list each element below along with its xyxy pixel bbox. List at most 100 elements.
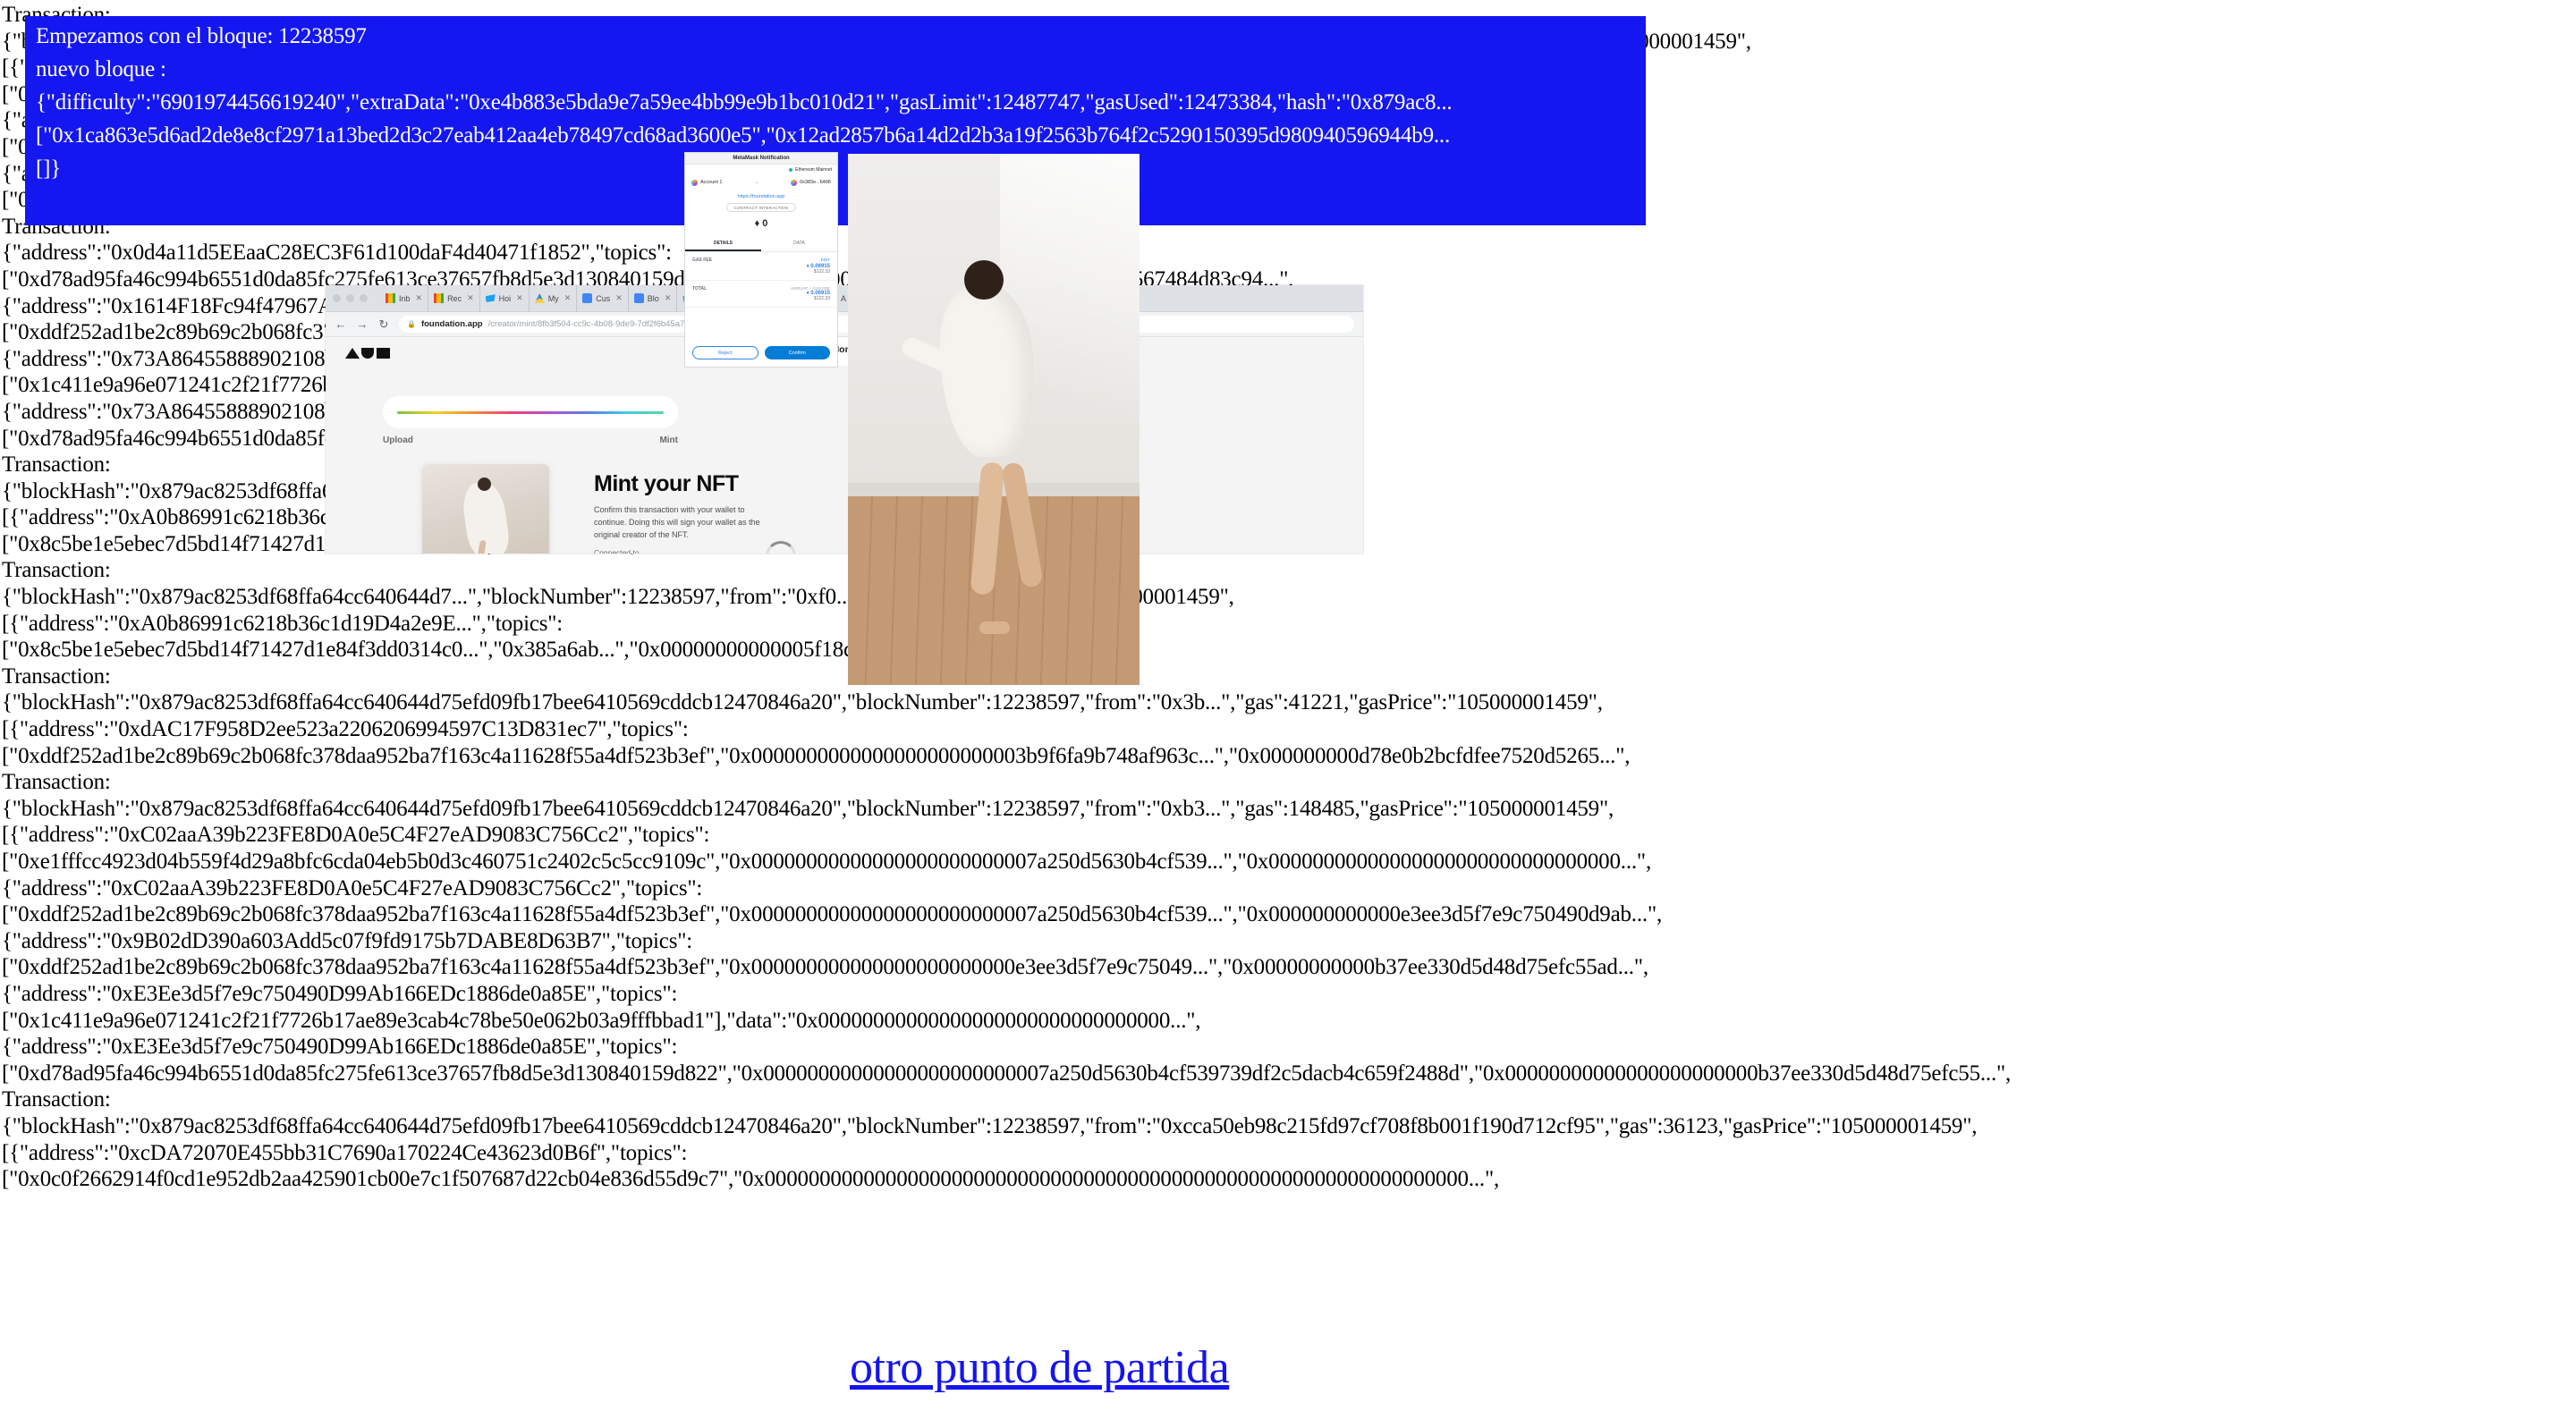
- gas-fee-label: GAS FEE: [692, 258, 712, 263]
- total-fiat: $122.33: [813, 296, 830, 301]
- metamask-notification[interactable]: MetaMask Notification Ethereum Mainnet A…: [684, 152, 838, 368]
- close-tab-icon[interactable]: ✕: [467, 293, 474, 303]
- foundation-logo-icon[interactable]: [345, 346, 392, 359]
- log-line: {"address":"0x9B02dD390a603Add5c07f9fd91…: [2, 928, 692, 953]
- close-tab-icon[interactable]: ✕: [416, 293, 423, 303]
- browser-tab-label: My: [547, 293, 559, 303]
- browser-tab-label: Inb: [399, 293, 411, 303]
- browser-tab-label: Hoi: [498, 293, 512, 303]
- contract-avatar-icon: [791, 179, 798, 186]
- browser-tab-label: Blo: [647, 293, 659, 303]
- metamask-network[interactable]: Ethereum Mainnet: [685, 165, 837, 175]
- close-tab-icon[interactable]: ✕: [665, 293, 672, 303]
- step-mint-label: Mint: [659, 435, 678, 445]
- drive-icon: [534, 293, 545, 303]
- docs-icon: [633, 293, 644, 303]
- selection-line: nuevo bloque :: [36, 57, 166, 81]
- page-subtitle: Confirm this transaction with your walle…: [594, 505, 760, 539]
- url-path: /creator/mint/8fb3f504-cc9c-4b08-9de9-7d…: [487, 319, 690, 329]
- total-label: TOTAL: [692, 286, 708, 292]
- edit-gas-button[interactable]: EDIT: [807, 258, 830, 262]
- foundation-page: Artworks Home Creators Upload Mint Movin…: [326, 337, 1363, 554]
- browser-tab[interactable]: Rec ✕: [428, 285, 480, 312]
- page-title: Mint your NFT: [594, 471, 739, 496]
- tab-details[interactable]: DETAILS: [685, 237, 761, 251]
- log-line: {"address":"0xC02aaA39b223FE8D0A0e5C4F27…: [2, 875, 703, 900]
- browser-tab[interactable]: My ✕: [530, 285, 578, 312]
- close-window-button[interactable]: [333, 294, 341, 302]
- browser-tab[interactable]: Hoi ✕: [480, 285, 530, 312]
- log-line: {"blockHash":"0x879ac8253df68ffa64cc6406…: [2, 1113, 1978, 1138]
- log-line: [{"address":"0xA0b86991c6218b36c1d19D4a2…: [2, 611, 564, 636]
- browser-tab[interactable]: Cus ✕: [577, 285, 629, 312]
- log-line: ["0x1c411e9a96e071241c2f21f7726b17ae89e3…: [2, 1008, 1201, 1033]
- log-line: {"blockHash":"0x879ac8253df68ffa64cc6406…: [2, 796, 1614, 821]
- log-line: ["0xe1fffcc4923d04b559f4d29a8bfc6cda04eb…: [2, 849, 1651, 874]
- progress-gradient-bar: [397, 410, 664, 414]
- loading-spinner-icon: [766, 541, 796, 554]
- metamask-account-address: 0x383e...6406: [800, 180, 831, 185]
- browser-tab-bar[interactable]: Inb✕Rec✕Hoi✕My✕Cus✕Blo✕Hoi✕Mu✕(1)✕A S✕25…: [326, 285, 1363, 312]
- log-line: ["0xddf252ad1be2c89b69c2b068fc378daa952b…: [2, 743, 1631, 768]
- gas-fee-row: GAS FEE EDIT ♦ 0.06915 $122.33: [685, 252, 837, 281]
- forward-icon[interactable]: →: [356, 317, 369, 331]
- log-line: Transaction:: [2, 770, 111, 795]
- metamask-interaction-badge: CONTRACT INTERACTION: [726, 203, 796, 212]
- minimize-window-button[interactable]: [346, 294, 354, 302]
- nft-preview-card[interactable]: Moving Difficulty Part 1 @ren_bot: [422, 464, 549, 554]
- dancer-foot: [979, 621, 1010, 634]
- close-tab-icon[interactable]: ✕: [516, 293, 523, 303]
- metamask-recipient-account[interactable]: 0x383e...6406: [791, 179, 831, 186]
- browser-tab[interactable]: Inb ✕: [380, 285, 429, 312]
- log-line: Transaction:: [2, 558, 111, 583]
- log-line: {"blockHash":"0x879ac8253df68ffa64cc6406…: [2, 585, 1234, 610]
- gmail-icon: [434, 293, 445, 303]
- selection-line: {"difficulty":"6901974456619240","extraD…: [36, 90, 1453, 114]
- log-line: Transaction:: [2, 664, 111, 689]
- reload-icon[interactable]: ↻: [377, 317, 390, 332]
- browser-tab[interactable]: Blo ✕: [629, 285, 678, 312]
- log-line: Transaction:: [2, 1087, 111, 1112]
- total-row: TOTAL AMOUNT + GAS FEE ♦ 0.06915 $122.33: [685, 281, 837, 308]
- lock-icon: 🔒: [407, 320, 416, 328]
- confirm-button[interactable]: Confirm: [764, 346, 830, 359]
- selection-line: [36, 189, 1646, 222]
- metamask-sender-account[interactable]: Account 1: [691, 179, 723, 186]
- log-line: {"blockHash":"0x879ac8253df68ffa64cc6406…: [2, 690, 1603, 715]
- connected-label: Connected to: [594, 548, 640, 554]
- metamask-amount: ♦ 0: [754, 218, 768, 229]
- metamask-actions[interactable]: Reject Confirm: [692, 346, 830, 359]
- nft-preview-image: [422, 464, 549, 554]
- step-upload-label: Upload: [383, 435, 413, 445]
- browser-url-bar[interactable]: ← → ↻ 🔒 foundation.app/creator/mint/8fb3…: [326, 312, 1363, 337]
- reject-button[interactable]: Reject: [692, 346, 758, 359]
- arrow-right-icon: →: [753, 180, 759, 185]
- log-line: ["0x0c0f2662914f0cd1e952db2aa425901cb00e…: [2, 1167, 1500, 1192]
- log-line: [{"address":"0xC02aaA39b223FE8D0A0e5C4F2…: [2, 823, 710, 848]
- close-tab-icon[interactable]: ✕: [615, 293, 623, 303]
- dancer-video-overlay: [848, 154, 1140, 685]
- log-line: [{"address":"0xcDA72070E455bb31C7690a170…: [2, 1140, 688, 1165]
- metamask-network-label: Ethereum Mainnet: [795, 167, 832, 173]
- bottom-annotation-link[interactable]: otro punto de partida: [850, 1341, 1230, 1394]
- step-labels: Upload Mint: [383, 435, 678, 445]
- metamask-account-name: Account 1: [700, 180, 723, 185]
- gmail-icon: [386, 293, 395, 303]
- metamask-window-title: MetaMask Notification: [685, 153, 837, 165]
- window-traffic-lights[interactable]: [333, 294, 368, 302]
- browser-window-screenshot[interactable]: Inb✕Rec✕Hoi✕My✕Cus✕Blo✕Hoi✕Mu✕(1)✕A S✕25…: [326, 285, 1363, 554]
- account-avatar-icon: [691, 179, 698, 186]
- network-status-icon: [789, 168, 793, 172]
- gas-fee-fiat: $122.33: [813, 269, 830, 275]
- docs-icon: [582, 293, 593, 303]
- close-tab-icon[interactable]: ✕: [564, 293, 572, 303]
- log-line: {"address":"0xE3Ee3d5f7e9c750490D99Ab166…: [2, 981, 678, 1006]
- tab-data[interactable]: DATA: [761, 237, 837, 251]
- dancer-head: [964, 259, 1004, 300]
- back-icon[interactable]: ←: [335, 317, 347, 331]
- maximize-window-button[interactable]: [360, 294, 368, 302]
- progress-card: [383, 396, 678, 428]
- log-line: ["0xd78ad95fa46c994b6551d0da85fc275fe613…: [2, 1061, 2012, 1086]
- browser-tab-label: Cus: [596, 293, 611, 303]
- metamask-tabs[interactable]: DETAILS DATA: [685, 237, 837, 252]
